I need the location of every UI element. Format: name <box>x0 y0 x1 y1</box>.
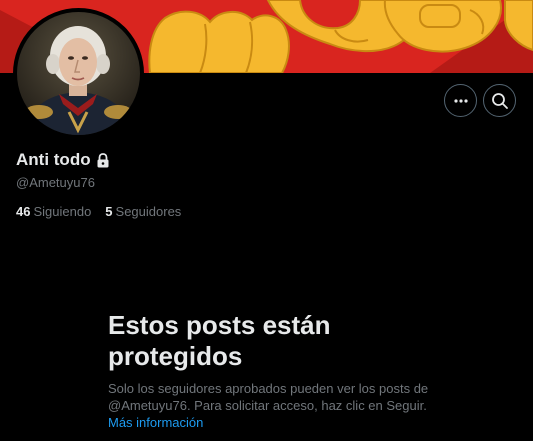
search-button[interactable] <box>483 84 516 117</box>
lock-icon <box>97 152 109 167</box>
avatar[interactable] <box>13 8 144 139</box>
more-button[interactable] <box>444 84 477 117</box>
more-horizontal-icon <box>453 98 468 103</box>
profile-stats: 46 Siguiendo 5 Seguidores <box>16 204 181 219</box>
protected-title: Estos posts están protegidos <box>108 310 331 371</box>
protected-description-text: Solo los seguidores aprobados pueden ver… <box>108 381 429 413</box>
display-name: Anti todo <box>16 150 91 169</box>
profile-name-row: Anti todo <box>16 150 110 170</box>
profile-handle: @Ametuyu76 <box>16 175 95 190</box>
search-icon <box>491 92 508 109</box>
followers-link[interactable]: 5 Seguidores <box>105 204 181 219</box>
following-count: 46 <box>16 204 31 219</box>
followers-label: Seguidores <box>115 204 182 219</box>
following-label: Siguiendo <box>33 204 92 219</box>
followers-count: 5 <box>105 204 113 219</box>
protected-description: Solo los seguidores aprobados pueden ver… <box>108 380 438 431</box>
learn-more-link[interactable]: Más información <box>108 415 203 430</box>
following-link[interactable]: 46 Siguiendo <box>16 204 91 219</box>
avatar-portrait-image <box>17 12 140 135</box>
